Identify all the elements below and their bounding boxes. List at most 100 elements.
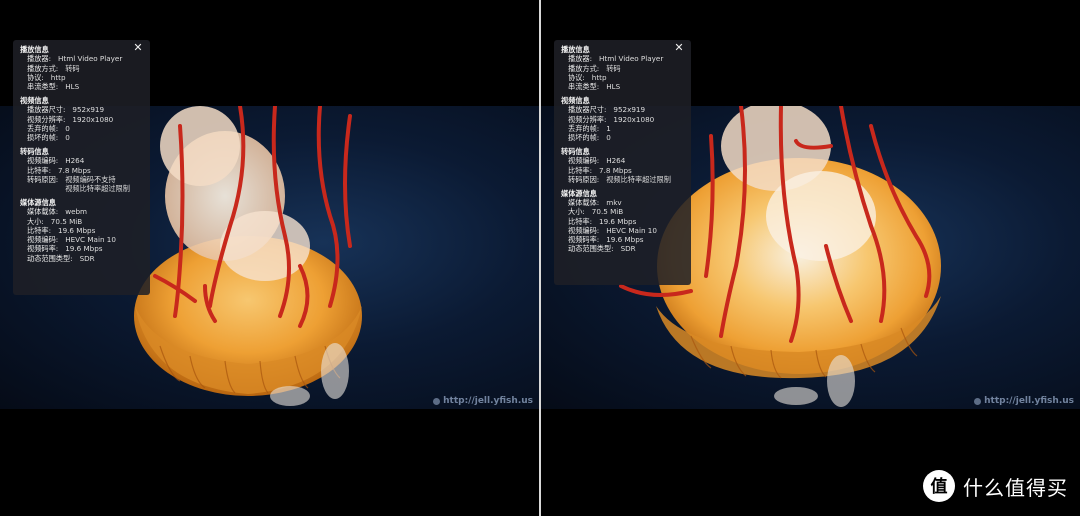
info-value-line: 70.5 MiB <box>50 216 83 226</box>
info-row: 比特率: 19.6 Mbps <box>13 226 150 235</box>
info-value: 70.5 MiB <box>51 217 82 226</box>
info-row: 视频分辨率: 1920x1080 <box>554 115 691 124</box>
info-value-line: 视频比特率超过限制 <box>606 174 671 184</box>
info-value: 7.8 Mbps <box>599 166 632 175</box>
info-row: 视频码率: 19.6 Mbps <box>13 244 150 253</box>
info-row: 视频编码: H264 <box>13 156 150 165</box>
info-value-line: HLS <box>606 82 621 92</box>
info-value-line: 1920x1080 <box>613 114 655 124</box>
info-value-line: 1920x1080 <box>72 114 114 124</box>
info-section: 视频信息 播放器尺寸: 952x919 视频分辨率: 1920x1080 丢弃的帧: 1 损坏… <box>554 96 691 142</box>
info-row: 视频编码: HEVC Main 10 <box>13 235 150 244</box>
info-value-line: 1 <box>606 123 611 133</box>
info-row: 播放器尺寸: 952x919 <box>13 105 150 114</box>
info-value: 1920x1080 <box>72 115 113 124</box>
fish-icon <box>974 397 982 405</box>
info-label: 协议: <box>568 72 585 82</box>
info-row: 动态范围类型: SDR <box>554 244 691 253</box>
info-label: 视频分辨率: <box>27 114 66 124</box>
info-value: webm <box>65 207 87 216</box>
info-row: 视频码率: 19.6 Mbps <box>554 235 691 244</box>
info-row: 视频分辨率: 1920x1080 <box>13 115 150 124</box>
info-row: 丢弃的帧: 0 <box>13 124 150 133</box>
info-section: 媒体源信息 媒体载体: webm 大小: 70.5 MiB 比特率: 19.6 Mbps 视频… <box>13 198 150 263</box>
info-value: 19.6 Mbps <box>65 244 102 253</box>
info-label: 丢弃的帧: <box>568 123 600 133</box>
info-row: 损坏的帧: 0 <box>13 133 150 142</box>
info-label: 视频分辨率: <box>568 114 607 124</box>
info-label: 播放器: <box>27 54 51 64</box>
info-value: 视频编码不支持 视频比特率超过限制 <box>65 175 130 194</box>
brand-text: 什么值得买 <box>963 475 1068 500</box>
section-title: 视频信息 <box>561 95 590 105</box>
info-value-line: 7.8 Mbps <box>599 165 632 175</box>
info-label: 比特率: <box>27 165 51 175</box>
info-label: 转码原因: <box>27 174 59 184</box>
info-value-line: 0 <box>606 133 611 143</box>
playback-info-panel: ✕ 播放信息 播放器: Html Video Player 播放方式: 转码 协议: htt… <box>554 40 691 285</box>
video-player-right[interactable]: http://jell.yfish.us ✕ 播放信息 播放器: Html Vide… <box>541 0 1080 516</box>
info-value: Html Video Player <box>58 54 122 63</box>
info-value: mkv <box>606 198 621 207</box>
info-value-line: 7.8 Mbps <box>58 165 91 175</box>
info-value: 952x919 <box>613 105 645 114</box>
watermark: http://jell.yfish.us <box>974 396 1074 406</box>
info-value: 19.6 Mbps <box>606 235 643 244</box>
info-label: 协议: <box>27 72 44 82</box>
info-row: 大小: 70.5 MiB <box>13 217 150 226</box>
section-title: 转码信息 <box>20 146 49 156</box>
info-row: 串流类型: HLS <box>554 82 691 91</box>
section-title: 播放信息 <box>561 45 590 54</box>
info-value: HEVC Main 10 <box>606 226 657 235</box>
info-row: 播放器: Html Video Player <box>554 54 691 63</box>
info-label: 播放方式: <box>568 63 600 73</box>
info-value: 952x919 <box>72 105 104 114</box>
info-row: 视频编码: HEVC Main 10 <box>554 226 691 235</box>
info-label: 视频编码: <box>27 235 59 245</box>
close-icon[interactable]: ✕ <box>673 42 685 54</box>
info-value: HEVC Main 10 <box>65 235 116 244</box>
info-value: 1920x1080 <box>613 115 654 124</box>
info-label: 丢弃的帧: <box>27 123 59 133</box>
info-sections: 播放信息 播放器: Html Video Player 播放方式: 转码 协议: http 串… <box>554 45 691 254</box>
info-row: 比特率: 7.8 Mbps <box>13 166 150 175</box>
info-label: 播放器尺寸: <box>568 105 607 115</box>
playback-info-panel: ✕ 播放信息 播放器: Html Video Player 播放方式: 转码 协议: htt… <box>13 40 150 295</box>
info-row: 转码原因: 视频编码不支持 视频比特率超过限制 <box>13 175 150 194</box>
info-label: 媒体载体: <box>568 197 600 207</box>
info-row: 播放方式: 转码 <box>554 64 691 73</box>
info-label: 媒体载体: <box>27 207 59 217</box>
info-value: 19.6 Mbps <box>599 217 636 226</box>
info-value-line: HEVC Main 10 <box>606 225 657 235</box>
info-label: 损坏的帧: <box>27 133 59 143</box>
info-row: 丢弃的帧: 1 <box>554 124 691 133</box>
info-label: 视频码率: <box>568 235 600 245</box>
info-row: 播放器: Html Video Player <box>13 54 150 63</box>
info-value-line: mkv <box>606 197 622 207</box>
info-label: 动态范围类型: <box>568 244 614 254</box>
info-row: 协议: http <box>554 73 691 82</box>
info-label: 串流类型: <box>27 82 59 92</box>
info-row: 协议: http <box>13 73 150 82</box>
watermark-text: http://jell.yfish.us <box>984 396 1074 406</box>
info-value: H264 <box>606 156 625 165</box>
video-player-left[interactable]: http://jell.yfish.us ✕ 播放信息 播放器: Html Vide… <box>0 0 539 516</box>
section-title: 媒体源信息 <box>561 188 597 198</box>
info-value-line: webm <box>65 207 88 217</box>
info-value: 70.5 MiB <box>592 207 623 216</box>
info-value: 19.6 Mbps <box>58 226 95 235</box>
info-value-line: 转码 <box>606 63 621 73</box>
info-value: HLS <box>65 82 79 91</box>
watermark: http://jell.yfish.us <box>433 396 533 406</box>
info-value-line: Html Video Player <box>58 54 123 64</box>
section-title: 媒体源信息 <box>20 197 56 207</box>
info-value-line: 952x919 <box>613 105 646 115</box>
info-section: 转码信息 视频编码: H264 比特率: 7.8 Mbps 转码原因: 视频编码不支持 视频比… <box>13 147 150 193</box>
close-icon[interactable]: ✕ <box>132 42 144 54</box>
info-value-line: SDR <box>620 244 636 254</box>
info-value-line: H264 <box>606 156 626 166</box>
info-row: 转码原因: 视频比特率超过限制 <box>554 175 691 184</box>
section-title: 播放信息 <box>20 45 49 54</box>
info-value-line: 19.6 Mbps <box>65 244 103 254</box>
info-label: 损坏的帧: <box>568 133 600 143</box>
